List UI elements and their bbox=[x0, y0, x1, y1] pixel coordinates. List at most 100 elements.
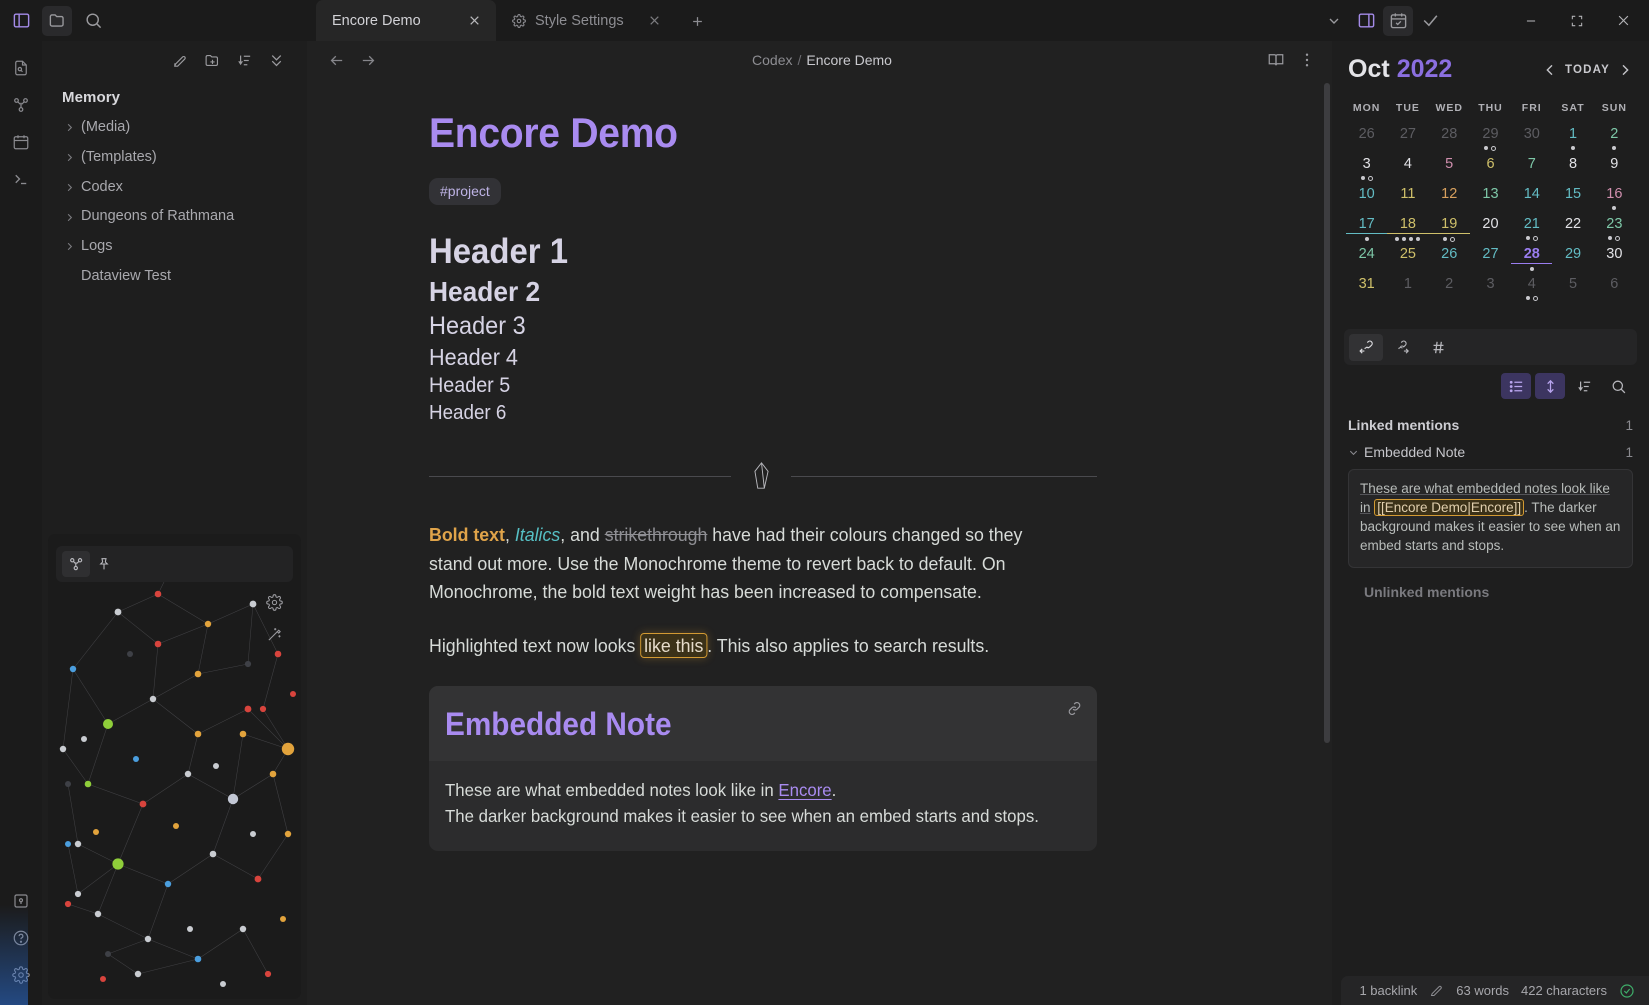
calendar-day-cell[interactable]: 16 bbox=[1594, 185, 1635, 215]
tab-style-settings[interactable]: Style Settings bbox=[496, 0, 676, 41]
calendar-day-cell[interactable]: 2 bbox=[1429, 275, 1470, 305]
calendar-day-cell[interactable]: 5 bbox=[1552, 275, 1593, 305]
calendar-day-cell[interactable]: 14 bbox=[1511, 185, 1552, 215]
graph-settings-gear-icon[interactable] bbox=[266, 594, 283, 616]
new-folder-icon[interactable] bbox=[199, 47, 225, 73]
calendar-day-cell[interactable]: 4 bbox=[1387, 155, 1428, 185]
graph-icon[interactable] bbox=[62, 551, 90, 577]
window-minimize-button[interactable] bbox=[1509, 0, 1553, 41]
calendar-day-cell[interactable]: 23 bbox=[1594, 215, 1635, 245]
calendar-day-cell[interactable]: 29 bbox=[1552, 245, 1593, 275]
close-icon[interactable] bbox=[646, 12, 663, 29]
calendar-month[interactable]: Oct bbox=[1348, 55, 1390, 84]
pin-icon[interactable] bbox=[90, 551, 118, 577]
backlink-source-embedded-note[interactable]: Embedded Note 1 bbox=[1348, 439, 1633, 467]
embedded-note[interactable]: Embedded Note These are what embedded no bbox=[429, 685, 1097, 852]
list-view-icon[interactable] bbox=[1501, 373, 1531, 399]
calendar-day-cell[interactable]: 2 bbox=[1594, 125, 1635, 155]
calendar-day-cell[interactable]: 3 bbox=[1346, 155, 1387, 185]
new-note-icon[interactable] bbox=[167, 47, 193, 73]
calendar-day-cell[interactable]: 27 bbox=[1387, 125, 1428, 155]
search-button[interactable] bbox=[78, 6, 108, 36]
calendar-day-cell[interactable]: 18 bbox=[1387, 215, 1429, 245]
calendar-day-cell[interactable]: 1 bbox=[1387, 275, 1428, 305]
tag-icon[interactable] bbox=[1421, 334, 1455, 361]
terminal-icon[interactable] bbox=[4, 162, 38, 196]
sort-icon[interactable] bbox=[231, 47, 257, 73]
link-icon[interactable] bbox=[1066, 700, 1083, 722]
tag-project[interactable]: #project bbox=[429, 178, 501, 206]
calendar-day-cell[interactable]: 6 bbox=[1594, 275, 1635, 305]
internal-link-encore[interactable]: Encore bbox=[778, 780, 831, 800]
status-character-count[interactable]: 422 characters bbox=[1521, 983, 1607, 998]
quick-switcher-icon[interactable] bbox=[4, 51, 38, 85]
tree-file-dataview-test[interactable]: Dataview Test bbox=[54, 262, 297, 292]
calendar-day-cell[interactable]: 1 bbox=[1552, 125, 1593, 155]
linked-mentions-row[interactable]: Linked mentions 1 bbox=[1348, 411, 1633, 439]
calendar-day-cell[interactable]: 24 bbox=[1346, 245, 1387, 275]
sort-icon[interactable] bbox=[1569, 373, 1599, 399]
calendar-day-cell[interactable]: 17 bbox=[1346, 215, 1388, 245]
search-icon[interactable] bbox=[1603, 373, 1633, 399]
next-month-icon[interactable] bbox=[1617, 62, 1633, 78]
tab-encore-demo[interactable]: Encore Demo bbox=[316, 0, 496, 41]
calendar-day-cell[interactable]: 13 bbox=[1470, 185, 1511, 215]
more-options-icon[interactable] bbox=[1296, 49, 1318, 71]
toggle-right-sidebar-button[interactable] bbox=[1351, 6, 1381, 36]
calendar-day-cell[interactable]: 15 bbox=[1552, 185, 1593, 215]
calendar-day-cell[interactable]: 21 bbox=[1511, 215, 1552, 245]
tree-folder-media[interactable]: (Media) bbox=[54, 113, 297, 143]
chevron-down-icon[interactable] bbox=[1319, 6, 1349, 36]
tree-folder-templates[interactable]: (Templates) bbox=[54, 143, 297, 173]
unlinked-mentions-row[interactable]: Unlinked mentions bbox=[1348, 568, 1633, 600]
reading-view-icon[interactable] bbox=[1265, 49, 1287, 71]
check-circle-icon[interactable] bbox=[1619, 983, 1635, 999]
calendar-day-cell[interactable]: 8 bbox=[1552, 155, 1593, 185]
calendar-day-cell[interactable]: 30 bbox=[1594, 245, 1635, 275]
tree-folder-dungeons-of-rathmana[interactable]: Dungeons of Rathmana bbox=[54, 202, 297, 232]
calendar-day-cell[interactable]: 31 bbox=[1346, 275, 1387, 305]
file-explorer-button[interactable] bbox=[42, 5, 72, 36]
window-close-button[interactable] bbox=[1601, 0, 1645, 41]
backlink-icon[interactable] bbox=[1349, 333, 1383, 361]
graph-restore-wand-icon[interactable] bbox=[266, 626, 283, 648]
status-backlinks[interactable]: 1 backlink bbox=[1359, 983, 1417, 998]
expand-collapse-icon[interactable] bbox=[1535, 373, 1565, 399]
calendar-day-cell[interactable]: 20 bbox=[1470, 215, 1511, 245]
tasks-check-icon[interactable] bbox=[1415, 6, 1445, 36]
calendar-day-cell[interactable]: 26 bbox=[1429, 245, 1470, 275]
collapse-all-icon[interactable] bbox=[263, 47, 289, 73]
today-button[interactable]: TODAY bbox=[1565, 64, 1610, 76]
calendar-day-cell[interactable]: 19 bbox=[1428, 215, 1470, 245]
calendar-year[interactable]: 2022 bbox=[1397, 55, 1453, 84]
back-arrow-icon[interactable] bbox=[325, 49, 347, 71]
calendar-day-cell[interactable]: 10 bbox=[1346, 185, 1387, 215]
calendar-day-cell[interactable]: 28 bbox=[1511, 245, 1553, 275]
graph-view-pane[interactable] bbox=[48, 534, 301, 999]
tree-folder-codex[interactable]: Codex bbox=[54, 173, 297, 203]
calendar-ribbon-icon[interactable] bbox=[4, 125, 38, 159]
calendar-day-cell[interactable]: 12 bbox=[1429, 185, 1470, 215]
pencil-icon[interactable] bbox=[1429, 983, 1444, 998]
calendar-day-cell[interactable]: 25 bbox=[1387, 245, 1428, 275]
breadcrumb-parent[interactable]: Codex bbox=[752, 52, 792, 68]
status-word-count[interactable]: 63 words bbox=[1456, 983, 1509, 998]
window-maximize-button[interactable] bbox=[1555, 0, 1599, 41]
calendar-day-cell[interactable]: 30 bbox=[1511, 125, 1552, 155]
calendar-day-cell[interactable]: 29 bbox=[1470, 125, 1511, 155]
calendar-day-cell[interactable]: 4 bbox=[1511, 275, 1552, 305]
calendar-day-cell[interactable]: 3 bbox=[1470, 275, 1511, 305]
forward-arrow-icon[interactable] bbox=[357, 49, 379, 71]
calendar-day-cell[interactable]: 7 bbox=[1511, 155, 1552, 185]
backlink-preview-card[interactable]: These are what embedded notes look like … bbox=[1348, 469, 1633, 568]
editor-scrollbar[interactable] bbox=[1324, 83, 1330, 743]
calendar-day-cell[interactable]: 5 bbox=[1429, 155, 1470, 185]
breadcrumb-current[interactable]: Encore Demo bbox=[806, 52, 892, 68]
close-icon[interactable] bbox=[466, 12, 483, 29]
toggle-left-sidebar-button[interactable] bbox=[6, 6, 36, 36]
calendar-day-cell[interactable]: 11 bbox=[1387, 185, 1428, 215]
tree-folder-logs[interactable]: Logs bbox=[54, 232, 297, 262]
calendar-day-cell[interactable]: 6 bbox=[1470, 155, 1511, 185]
calendar-icon[interactable] bbox=[1383, 5, 1413, 36]
calendar-day-cell[interactable]: 26 bbox=[1346, 125, 1387, 155]
